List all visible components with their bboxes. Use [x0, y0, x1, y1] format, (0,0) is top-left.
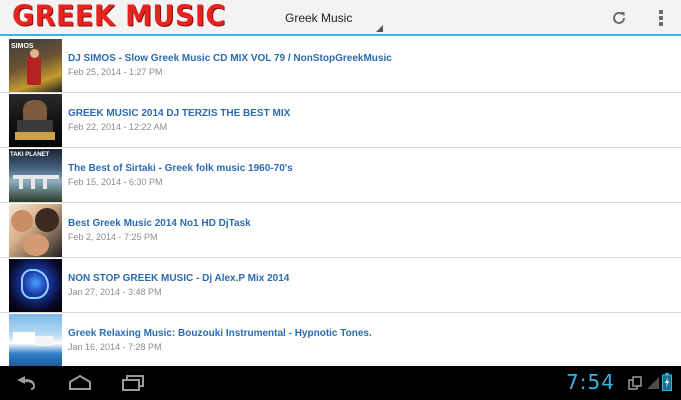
battery-icon: [662, 373, 672, 391]
action-bar: GREEK MUSIC Greek Music: [0, 0, 681, 36]
category-spinner[interactable]: Greek Music: [276, 4, 386, 34]
overflow-menu-icon: [659, 10, 663, 26]
video-title[interactable]: GREEK MUSIC 2014 DJ TERZIS THE BEST MIX: [68, 108, 290, 119]
list-item[interactable]: NON STOP GREEK MUSIC - Dj Alex.P Mix 201…: [0, 258, 681, 313]
video-thumbnail: [9, 314, 62, 366]
video-list[interactable]: SIMOS DJ SIMOS - Slow Greek Music CD MIX…: [0, 38, 681, 366]
video-date: Jan 16, 2014 - 7:28 PM: [68, 342, 162, 352]
video-thumbnail: [9, 94, 62, 147]
system-nav-bar: 7:54: [0, 366, 681, 400]
list-item[interactable]: TAKI PLANET The Best of Sirtaki - Greek …: [0, 148, 681, 203]
video-title[interactable]: The Best of Sirtaki - Greek folk music 1…: [68, 163, 293, 174]
refresh-button[interactable]: [606, 6, 632, 30]
thumbnail-caption: SIMOS: [11, 43, 34, 50]
video-thumbnail: TAKI PLANET: [9, 149, 62, 202]
video-title[interactable]: Best Greek Music 2014 No1 HD DjTask: [68, 218, 251, 229]
refresh-icon: [613, 11, 625, 24]
overflow-menu-button[interactable]: [648, 6, 674, 30]
video-title[interactable]: Greek Relaxing Music: Bouzouki Instrumen…: [68, 328, 372, 339]
thumbnail-caption: TAKI PLANET: [10, 152, 50, 158]
list-item[interactable]: GREEK MUSIC 2014 DJ TERZIS THE BEST MIX …: [0, 93, 681, 148]
video-title[interactable]: DJ SIMOS - Slow Greek Music CD MIX VOL 7…: [68, 53, 392, 64]
video-thumbnail: [9, 259, 62, 312]
recents-icon[interactable]: [119, 374, 147, 392]
signal-icon: [647, 377, 659, 389]
video-date: Jan 27, 2014 - 3:48 PM: [68, 287, 162, 297]
video-date: Feb 2, 2014 - 7:25 PM: [68, 232, 158, 242]
video-date: Feb 15, 2014 - 6:30 PM: [68, 177, 163, 187]
video-title[interactable]: NON STOP GREEK MUSIC - Dj Alex.P Mix 201…: [68, 273, 289, 284]
list-item[interactable]: SIMOS DJ SIMOS - Slow Greek Music CD MIX…: [0, 38, 681, 93]
app-logo[interactable]: GREEK MUSIC: [12, 0, 226, 35]
status-clock: 7:54: [566, 370, 615, 394]
video-date: Feb 22, 2014 - 12:22 AM: [68, 122, 168, 132]
list-item[interactable]: Best Greek Music 2014 No1 HD DjTask Feb …: [0, 203, 681, 258]
list-item[interactable]: Greek Relaxing Music: Bouzouki Instrumen…: [0, 313, 681, 366]
video-thumbnail: SIMOS: [9, 39, 62, 92]
home-icon[interactable]: [66, 374, 94, 392]
spinner-arrow-icon: [376, 25, 383, 32]
notification-icon[interactable]: [628, 376, 642, 390]
video-date: Feb 25, 2014 - 1:27 PM: [68, 67, 163, 77]
video-thumbnail: [9, 204, 62, 257]
back-icon[interactable]: [13, 374, 39, 392]
category-spinner-value: Greek Music: [285, 11, 353, 25]
